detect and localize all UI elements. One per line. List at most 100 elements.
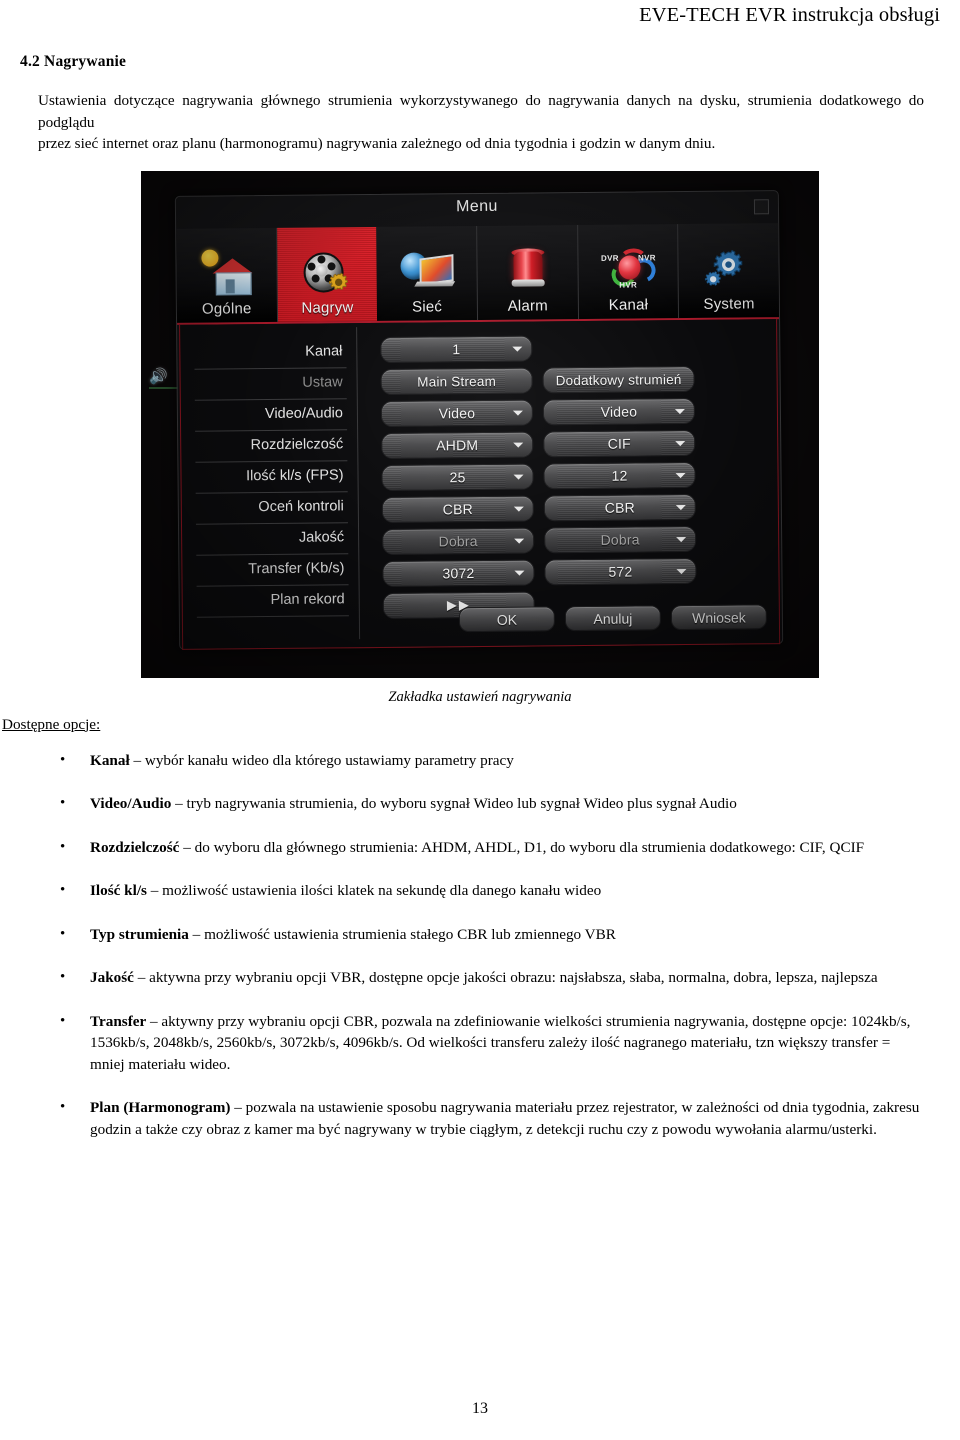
tab-nagryw[interactable]: Nagryw [276, 226, 378, 322]
sub-stream-header-value: Dodatkowy strumień [555, 371, 682, 388]
cancel-button[interactable]: Anuluj [564, 604, 662, 631]
main-video-audio-value: Video [438, 404, 476, 421]
main-quality-value: Dobra [438, 532, 478, 549]
tab-label: Ogólne [201, 299, 252, 318]
sub-resolution-value: CIF [607, 435, 631, 452]
main-video-audio-select[interactable]: Video [380, 398, 534, 427]
main-quality-select: Dobra [382, 526, 535, 555]
tab-label: Nagryw [301, 298, 354, 317]
sub-stream-header: Dodatkowy strumień [542, 365, 695, 393]
main-rate-control-select[interactable]: CBR [381, 494, 534, 523]
chevron-down-icon [676, 536, 687, 542]
main-stream-column: 1 Main Stream Video AHDM 25 CBR Dobra 30… [380, 334, 535, 624]
label-transfer: Transfer (Kb/s) [196, 553, 349, 587]
label-ocen-kontroli: Oceń kontroli [195, 491, 348, 525]
channel-select[interactable]: 1 [380, 334, 533, 363]
main-fps-value: 25 [449, 468, 466, 485]
intro-line-2: przez sieć internet oraz planu (harmonog… [38, 135, 716, 152]
evr-menu-dialog: Menu Ogólne Nagryw Sieć Alarm DVR NVR HV… [174, 189, 784, 650]
chevron-down-icon [513, 474, 524, 480]
sub-fps-value: 12 [611, 467, 628, 484]
main-fps-select[interactable]: 25 [381, 462, 534, 491]
sub-bitrate-select[interactable]: 572 [544, 557, 697, 585]
intro-line-1: Ustawienia dotyczące nagrywania głównego… [38, 92, 924, 131]
tab-kanal[interactable]: DVR NVR HVR Kanał [577, 223, 680, 319]
chevron-down-icon [513, 442, 524, 448]
main-bitrate-value: 3072 [442, 564, 475, 581]
tab-label: System [703, 294, 755, 313]
sub-video-audio-value: Video [600, 402, 638, 420]
option-desc: – aktywny przy wybraniu opcji CBR, pozwa… [90, 1012, 911, 1073]
sub-bitrate-value: 572 [608, 563, 633, 580]
list-item: • Ilość kl/s – możliwość ustawienia iloś… [36, 880, 924, 902]
chevron-down-icon [514, 570, 525, 576]
evr-titlebar: Menu [176, 191, 778, 229]
figure-caption: Zakładka ustawień nagrywania [388, 688, 572, 705]
tab-label: Kanał [608, 295, 649, 314]
bullet-glyph: • [60, 838, 66, 855]
chevron-down-icon [513, 506, 524, 512]
tab-system[interactable]: System [678, 223, 779, 318]
main-rate-control-value: CBR [442, 500, 474, 517]
tab-siec[interactable]: Sieć [376, 225, 479, 321]
dvr-text: DVR [600, 253, 619, 263]
main-resolution-value: AHDM [436, 436, 479, 453]
apply-button[interactable]: Wniosek [670, 603, 768, 630]
option-desc: – tryb nagrywania strumienia, do wyboru … [171, 795, 737, 812]
intro-paragraph: Ustawienia dotyczące nagrywania głównego… [38, 90, 924, 155]
option-term: Transfer [90, 1012, 147, 1030]
list-item: • Typ strumienia – możliwość ustawienia … [36, 924, 924, 946]
running-header: EVE-TECH EVR instrukcja obsługi [639, 4, 940, 26]
bullet-glyph: • [60, 795, 66, 811]
option-desc: – możliwość ustawienia ilości klatek na … [146, 882, 602, 899]
sub-rate-control-select[interactable]: CBR [543, 493, 696, 521]
main-stream-header: Main Stream [380, 366, 533, 395]
option-term: Kanał [90, 751, 130, 769]
hvr-text: HVR [619, 279, 638, 290]
page-number: 13 [472, 1400, 488, 1417]
main-resolution-select[interactable]: AHDM [381, 430, 534, 459]
close-icon[interactable] [753, 198, 770, 214]
evr-photo: 🔊 Menu Ogólne Nagryw Sieć Alarm DVR NVR … [141, 170, 819, 678]
label-kanal: Kanał [194, 336, 347, 370]
tab-ogolne[interactable]: Ogólne [176, 227, 278, 323]
sub-resolution-select[interactable]: CIF [543, 429, 696, 457]
gear-icon [702, 243, 756, 294]
sub-rate-control-value: CBR [604, 499, 636, 516]
bullet-glyph: • [60, 751, 66, 768]
sub-video-audio-select[interactable]: Video [542, 397, 696, 425]
house-sun-icon [199, 248, 253, 299]
evr-tab-strip: Ogólne Nagryw Sieć Alarm DVR NVR HVR Kan… [176, 222, 780, 325]
option-desc: – do wyboru dla głównego strumienia: AHD… [179, 838, 865, 856]
settings-label-column: Kanał Ustaw Video/Audio Rozdzielczość Il… [194, 336, 349, 618]
list-item: • Jakość – aktywna przy wybraniu opcji V… [36, 967, 924, 989]
bullet-glyph: • [60, 882, 66, 898]
option-term: Jakość [90, 969, 134, 986]
label-video-audio: Video/Audio [194, 398, 348, 432]
label-rozdzielczosc: Rozdzielczość [195, 429, 348, 463]
dvr-nvr-hvr-icon: DVR NVR HVR [600, 244, 659, 295]
label-jakosc: Jakość [195, 522, 349, 556]
globe-monitor-icon [400, 246, 456, 297]
ok-button[interactable]: OK [458, 605, 556, 632]
tab-label: Alarm [507, 296, 548, 315]
sub-fps-select[interactable]: 12 [543, 461, 696, 489]
chevron-down-icon [512, 410, 523, 416]
siren-icon [500, 245, 554, 296]
evr-settings-body: Kanał Ustaw Video/Audio Rozdzielczość Il… [179, 318, 781, 650]
main-stream-header-value: Main Stream [417, 372, 497, 389]
tab-alarm[interactable]: Alarm [477, 224, 579, 320]
evr-window-title: Menu [456, 197, 498, 215]
bullet-glyph: • [60, 1012, 66, 1029]
chevron-down-icon [674, 408, 685, 414]
list-item: • Plan (Harmonogram) – pozwala na ustawi… [36, 1097, 924, 1140]
section-heading: 4.2 Nagrywanie [20, 53, 127, 70]
sub-quality-value: Dobra [600, 530, 640, 548]
evr-screenshot-figure: 🔊 Menu Ogólne Nagryw Sieć Alarm DVR NVR … [141, 170, 819, 678]
chevron-down-icon [514, 538, 525, 544]
list-item: • Kanał – wybór kanału wideo dla którego… [36, 750, 924, 772]
dialog-actions: OK Anuluj Wniosek [458, 603, 768, 632]
main-bitrate-select[interactable]: 3072 [382, 558, 535, 587]
options-label: Dostępne opcje: [2, 715, 101, 733]
option-term: Rozdzielczość [90, 838, 180, 856]
